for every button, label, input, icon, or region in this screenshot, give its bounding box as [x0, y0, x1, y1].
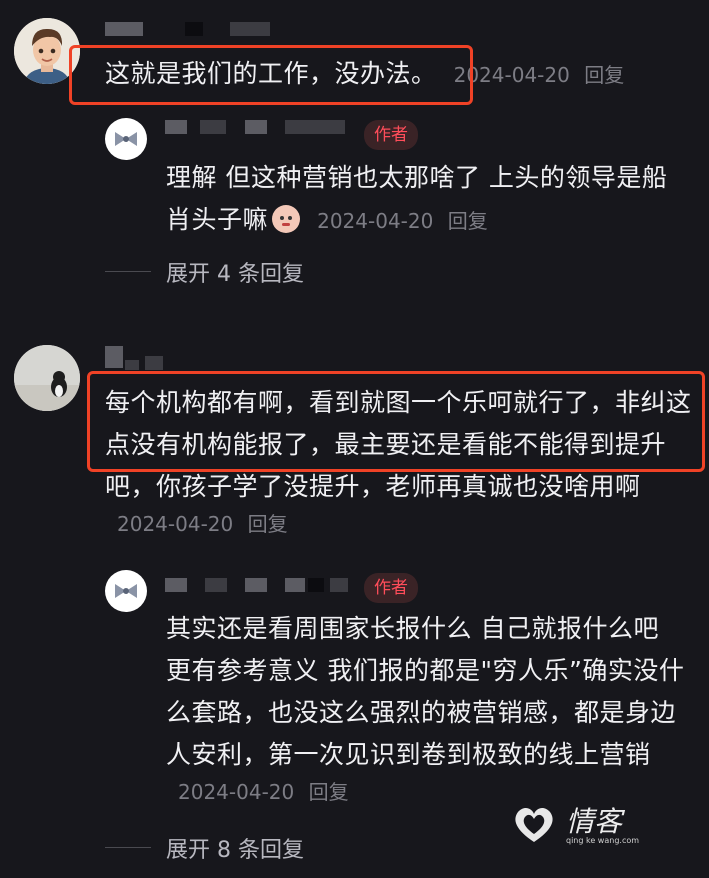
username-blurred	[285, 578, 305, 592]
author-badge: 作者	[364, 120, 418, 150]
username-blurred	[245, 120, 267, 134]
username-blurred[interactable]	[105, 22, 143, 36]
username-blurred[interactable]	[105, 346, 123, 368]
username-blurred	[205, 578, 227, 592]
reply-button[interactable]: 回复	[248, 512, 288, 536]
expand-replies-button[interactable]: 展开 4 条回复	[166, 256, 304, 288]
highlight-box	[69, 45, 473, 105]
reply-button[interactable]: 回复	[448, 209, 488, 233]
author-avatar[interactable]	[105, 118, 147, 160]
reply-button[interactable]: 回复	[584, 63, 624, 87]
expand-divider	[105, 847, 151, 848]
bow-icon	[115, 132, 137, 146]
bow-icon	[115, 584, 137, 598]
watermark-logo: 情客 qing ke wang.com	[510, 796, 650, 852]
user-avatar-dog[interactable]	[14, 345, 80, 411]
author-avatar[interactable]	[105, 570, 147, 612]
username-blurred	[330, 578, 348, 592]
username-blurred	[230, 22, 270, 36]
reply-date: 2024-04-20	[317, 209, 434, 233]
username-blurred	[308, 578, 324, 592]
watermark-url: qing ke wang.com	[566, 836, 640, 845]
heart-logo-icon	[515, 807, 553, 842]
username-blurred	[200, 120, 226, 134]
expand-replies-button[interactable]: 展开 8 条回复	[166, 832, 304, 864]
username-blurred	[185, 22, 203, 36]
baby-face-icon	[272, 205, 301, 233]
dog-photo-icon	[14, 345, 80, 411]
username-blurred	[145, 356, 163, 370]
author-badge: 作者	[364, 573, 418, 603]
reply-date: 2024-04-20	[178, 780, 295, 804]
comment-date: 2024-04-20	[117, 512, 234, 536]
reply-button[interactable]: 回复	[309, 780, 349, 804]
username-blurred	[285, 120, 345, 134]
reply-text: 其实还是看周围家长报什么 自己就报什么吧 更有参考意义 我们报的都是"穷人乐”确…	[166, 614, 685, 769]
username-blurred[interactable]	[165, 120, 187, 134]
highlight-box	[87, 371, 705, 472]
reply-body: 其实还是看周围家长报什么 自己就报什么吧 更有参考意义 我们报的都是"穷人乐”确…	[166, 608, 686, 805]
expand-divider	[105, 271, 151, 272]
username-blurred	[125, 360, 139, 370]
username-blurred[interactable]	[165, 578, 187, 592]
watermark-text: 情客	[566, 805, 623, 838]
username-blurred	[245, 578, 267, 592]
reply-body: 理解 但这种营销也太那啥了 上头的领导是船肖头子嘛 2024-04-20 回复	[166, 157, 686, 241]
